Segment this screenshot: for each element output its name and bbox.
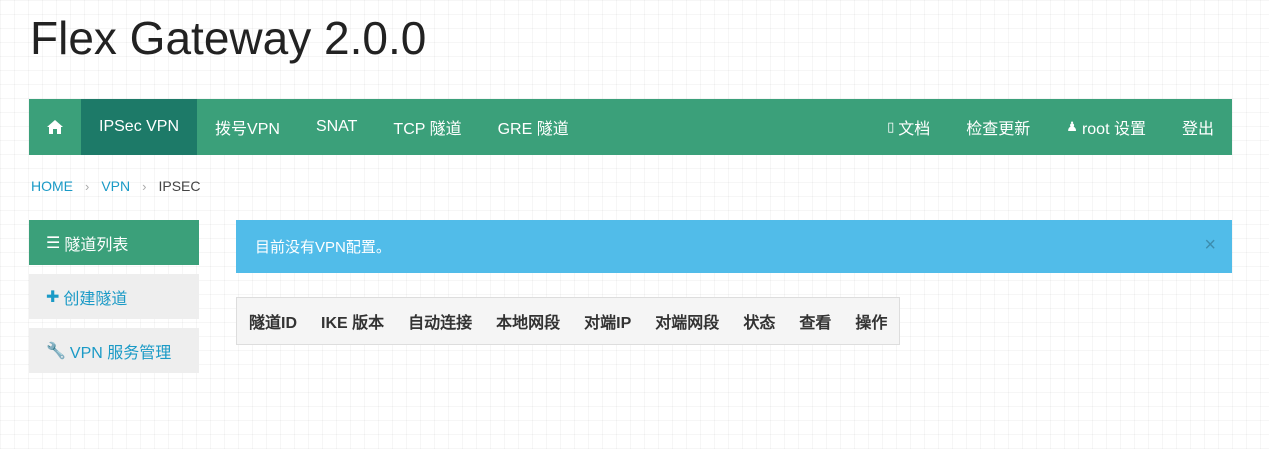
sidebar-item-tunnel-list[interactable]: ☰ 隧道列表 <box>29 220 199 265</box>
column-header-ike-version[interactable]: IKE 版本 <box>309 298 396 345</box>
nav-dialup-vpn[interactable]: 拨号VPN <box>197 99 298 155</box>
breadcrumb-home[interactable]: HOME <box>31 178 73 194</box>
nav-docs[interactable]: ▯ 文档 <box>869 99 948 155</box>
breadcrumb-separator: › <box>85 178 90 194</box>
nav-home[interactable] <box>29 99 81 155</box>
wrench-icon: 🔧 <box>46 342 66 360</box>
sidebar-item-label: VPN 服务管理 <box>69 344 172 362</box>
breadcrumb-separator: › <box>142 178 147 194</box>
main-navbar: IPSec VPN 拨号VPN SNAT TCP 隧道 GRE 隧道 ▯ 文档 … <box>29 99 1232 155</box>
column-header-view[interactable]: 查看 <box>787 298 843 345</box>
app-title: Flex Gateway 2.0.0 <box>30 12 427 64</box>
user-icon: ♟ <box>1066 119 1078 134</box>
sidebar-item-vpn-service[interactable]: 🔧 VPN 服务管理 <box>29 328 199 373</box>
plus-icon: ✚ <box>46 288 60 306</box>
sidebar: ☰ 隧道列表 ✚ 创建隧道 🔧 VPN 服务管理 <box>29 220 199 382</box>
navbar-left: IPSec VPN 拨号VPN SNAT TCP 隧道 GRE 隧道 <box>29 99 587 155</box>
navbar-right: ▯ 文档 检查更新 ♟ root 设置 登出 <box>869 99 1232 155</box>
nav-settings-label: root 设置 <box>1081 121 1146 138</box>
nav-ipsec-vpn[interactable]: IPSec VPN <box>81 99 198 155</box>
column-header-status[interactable]: 状态 <box>731 298 787 345</box>
info-alert: 目前没有VPN配置。 × <box>236 220 1232 273</box>
sidebar-item-label: 创建隧道 <box>63 290 128 308</box>
breadcrumb: HOME › VPN › IPSEC <box>31 178 201 194</box>
nav-tcp-tunnel[interactable]: TCP 隧道 <box>375 99 479 155</box>
book-icon: ▯ <box>887 119 895 134</box>
close-icon[interactable]: × <box>1204 234 1216 256</box>
sidebar-item-label: 隧道列表 <box>64 236 129 254</box>
nav-docs-label: 文档 <box>898 121 931 138</box>
list-icon: ☰ <box>46 234 61 252</box>
sidebar-item-create-tunnel[interactable]: ✚ 创建隧道 <box>29 274 199 319</box>
nav-check-update[interactable]: 检查更新 <box>948 99 1048 155</box>
breadcrumb-vpn[interactable]: VPN <box>101 178 130 194</box>
table-header-row: 隧道ID IKE 版本 自动连接 本地网段 对端IP 对端网段 状态 查看 操作 <box>237 298 900 345</box>
column-header-tunnel-id[interactable]: 隧道ID <box>237 298 310 345</box>
nav-gre-tunnel[interactable]: GRE 隧道 <box>480 99 587 155</box>
column-header-local-subnet[interactable]: 本地网段 <box>484 298 572 345</box>
nav-snat[interactable]: SNAT <box>298 99 375 155</box>
column-header-auto-connect[interactable]: 自动连接 <box>396 298 484 345</box>
column-header-peer-subnet[interactable]: 对端网段 <box>643 298 731 345</box>
column-header-actions[interactable]: 操作 <box>843 298 900 345</box>
nav-settings[interactable]: ♟ root 设置 <box>1048 99 1164 155</box>
breadcrumb-current: IPSEC <box>158 178 201 194</box>
alert-message: 目前没有VPN配置。 <box>255 239 391 256</box>
vpn-tunnel-table: 隧道ID IKE 版本 自动连接 本地网段 对端IP 对端网段 状态 查看 操作 <box>236 297 901 345</box>
column-header-peer-ip[interactable]: 对端IP <box>572 298 643 345</box>
nav-logout[interactable]: 登出 <box>1164 99 1232 155</box>
home-icon <box>47 120 63 134</box>
